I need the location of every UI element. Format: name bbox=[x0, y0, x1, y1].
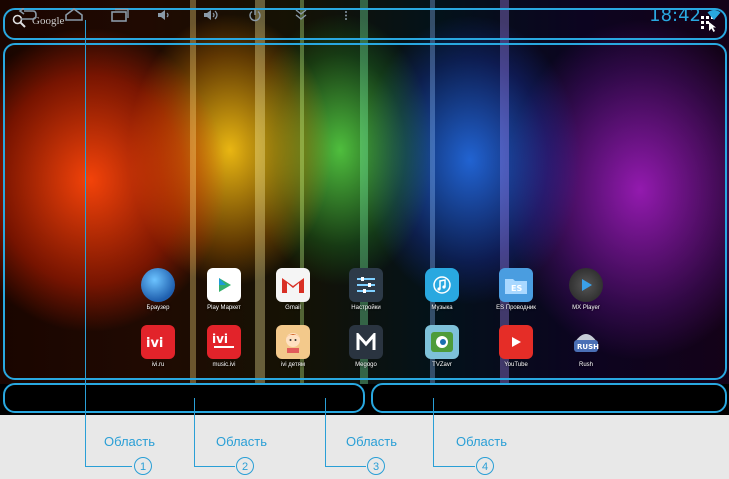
volume-up-icon[interactable] bbox=[202, 8, 220, 22]
megogo-icon bbox=[349, 325, 383, 359]
mx-player-icon bbox=[569, 268, 603, 302]
app-mx-player[interactable]: MX Player bbox=[556, 268, 616, 311]
globe-icon bbox=[141, 268, 175, 302]
app-ivi[interactable]: ivi ivi.ru bbox=[128, 325, 188, 368]
app-play-market[interactable]: Play Маркет bbox=[194, 268, 254, 311]
leader-line-3-h bbox=[325, 466, 366, 467]
leader-line-4-h bbox=[433, 466, 475, 467]
clock: 18:42 bbox=[649, 5, 701, 26]
play-market-icon bbox=[207, 268, 241, 302]
menu-icon[interactable] bbox=[344, 8, 348, 22]
home-icon[interactable] bbox=[64, 8, 84, 22]
tablet-screen: Google Браузер Play Маркет Gmail Настрой… bbox=[0, 0, 729, 415]
app-label: ivi детям bbox=[280, 362, 306, 368]
app-label: ivi.ru bbox=[151, 362, 165, 368]
callout-label-4: Область bbox=[456, 434, 508, 449]
app-ivi-kids[interactable]: ivi детям bbox=[263, 325, 323, 368]
navigation-bar bbox=[3, 383, 365, 413]
app-label: MX Player bbox=[572, 305, 600, 311]
ivi-kids-icon bbox=[276, 325, 310, 359]
tvzavr-icon bbox=[425, 325, 459, 359]
app-label: Браузер bbox=[146, 305, 170, 311]
app-label: Play Маркет bbox=[207, 305, 241, 311]
svg-text:ES: ES bbox=[511, 284, 522, 293]
callout-number-2: 2 bbox=[236, 457, 254, 475]
leader-line-4 bbox=[433, 398, 434, 466]
chevron-down-icon[interactable] bbox=[294, 8, 308, 22]
app-label: music.ivi bbox=[212, 362, 236, 368]
recent-apps-icon[interactable] bbox=[110, 8, 130, 22]
app-settings[interactable]: Настройки bbox=[336, 268, 396, 311]
gmail-icon bbox=[276, 268, 310, 302]
callout-number-4: 4 bbox=[476, 457, 494, 475]
app-browser[interactable]: Браузер bbox=[128, 268, 188, 311]
leader-line-1-h bbox=[85, 466, 132, 467]
svg-text:RUSH: RUSH bbox=[577, 343, 599, 351]
leader-line-2-h bbox=[194, 466, 235, 467]
app-label: ES Проводник bbox=[496, 305, 536, 311]
app-music[interactable]: Музыка bbox=[412, 268, 472, 311]
app-megogo[interactable]: Megogo bbox=[336, 325, 396, 368]
app-label: Настройки bbox=[351, 305, 381, 311]
app-label: Rush bbox=[578, 362, 593, 368]
leader-line-1 bbox=[85, 20, 86, 466]
app-rush[interactable]: RUSH Rush bbox=[556, 325, 616, 368]
es-explorer-icon: ES bbox=[499, 268, 533, 302]
callout-label-2: Область bbox=[216, 434, 268, 449]
app-gmail[interactable]: Gmail bbox=[263, 268, 323, 311]
callout-label-1: Область bbox=[104, 434, 156, 449]
app-label: TVZavr bbox=[432, 362, 452, 368]
app-es-explorer[interactable]: ES ES Проводник bbox=[486, 268, 546, 311]
app-label: Gmail bbox=[285, 305, 301, 311]
rush-icon: RUSH bbox=[569, 325, 603, 359]
youtube-icon bbox=[499, 325, 533, 359]
app-youtube[interactable]: YouTube bbox=[486, 325, 546, 368]
app-label: Megogo bbox=[355, 362, 377, 368]
wifi-icon bbox=[707, 10, 721, 20]
app-label: YouTube bbox=[504, 362, 528, 368]
music-ivi-icon: ivi bbox=[207, 325, 241, 359]
callout-label-3: Область bbox=[346, 434, 398, 449]
app-tvzavr[interactable]: TVZavr bbox=[412, 325, 472, 368]
app-music-ivi[interactable]: ivi music.ivi bbox=[194, 325, 254, 368]
callout-number-1: 1 bbox=[134, 457, 152, 475]
leader-line-2 bbox=[194, 398, 195, 466]
music-icon bbox=[425, 268, 459, 302]
app-label: Музыка bbox=[431, 305, 453, 311]
svg-text:ivi: ivi bbox=[212, 332, 228, 346]
ivi-icon: ivi bbox=[141, 325, 175, 359]
status-bar bbox=[371, 383, 727, 413]
volume-down-icon[interactable] bbox=[156, 8, 172, 22]
back-icon[interactable] bbox=[18, 8, 38, 22]
callout-number-3: 3 bbox=[367, 457, 385, 475]
leader-line-3 bbox=[325, 398, 326, 466]
settings-icon bbox=[349, 268, 383, 302]
svg-text:ivi: ivi bbox=[146, 336, 163, 349]
power-icon[interactable] bbox=[248, 8, 262, 22]
